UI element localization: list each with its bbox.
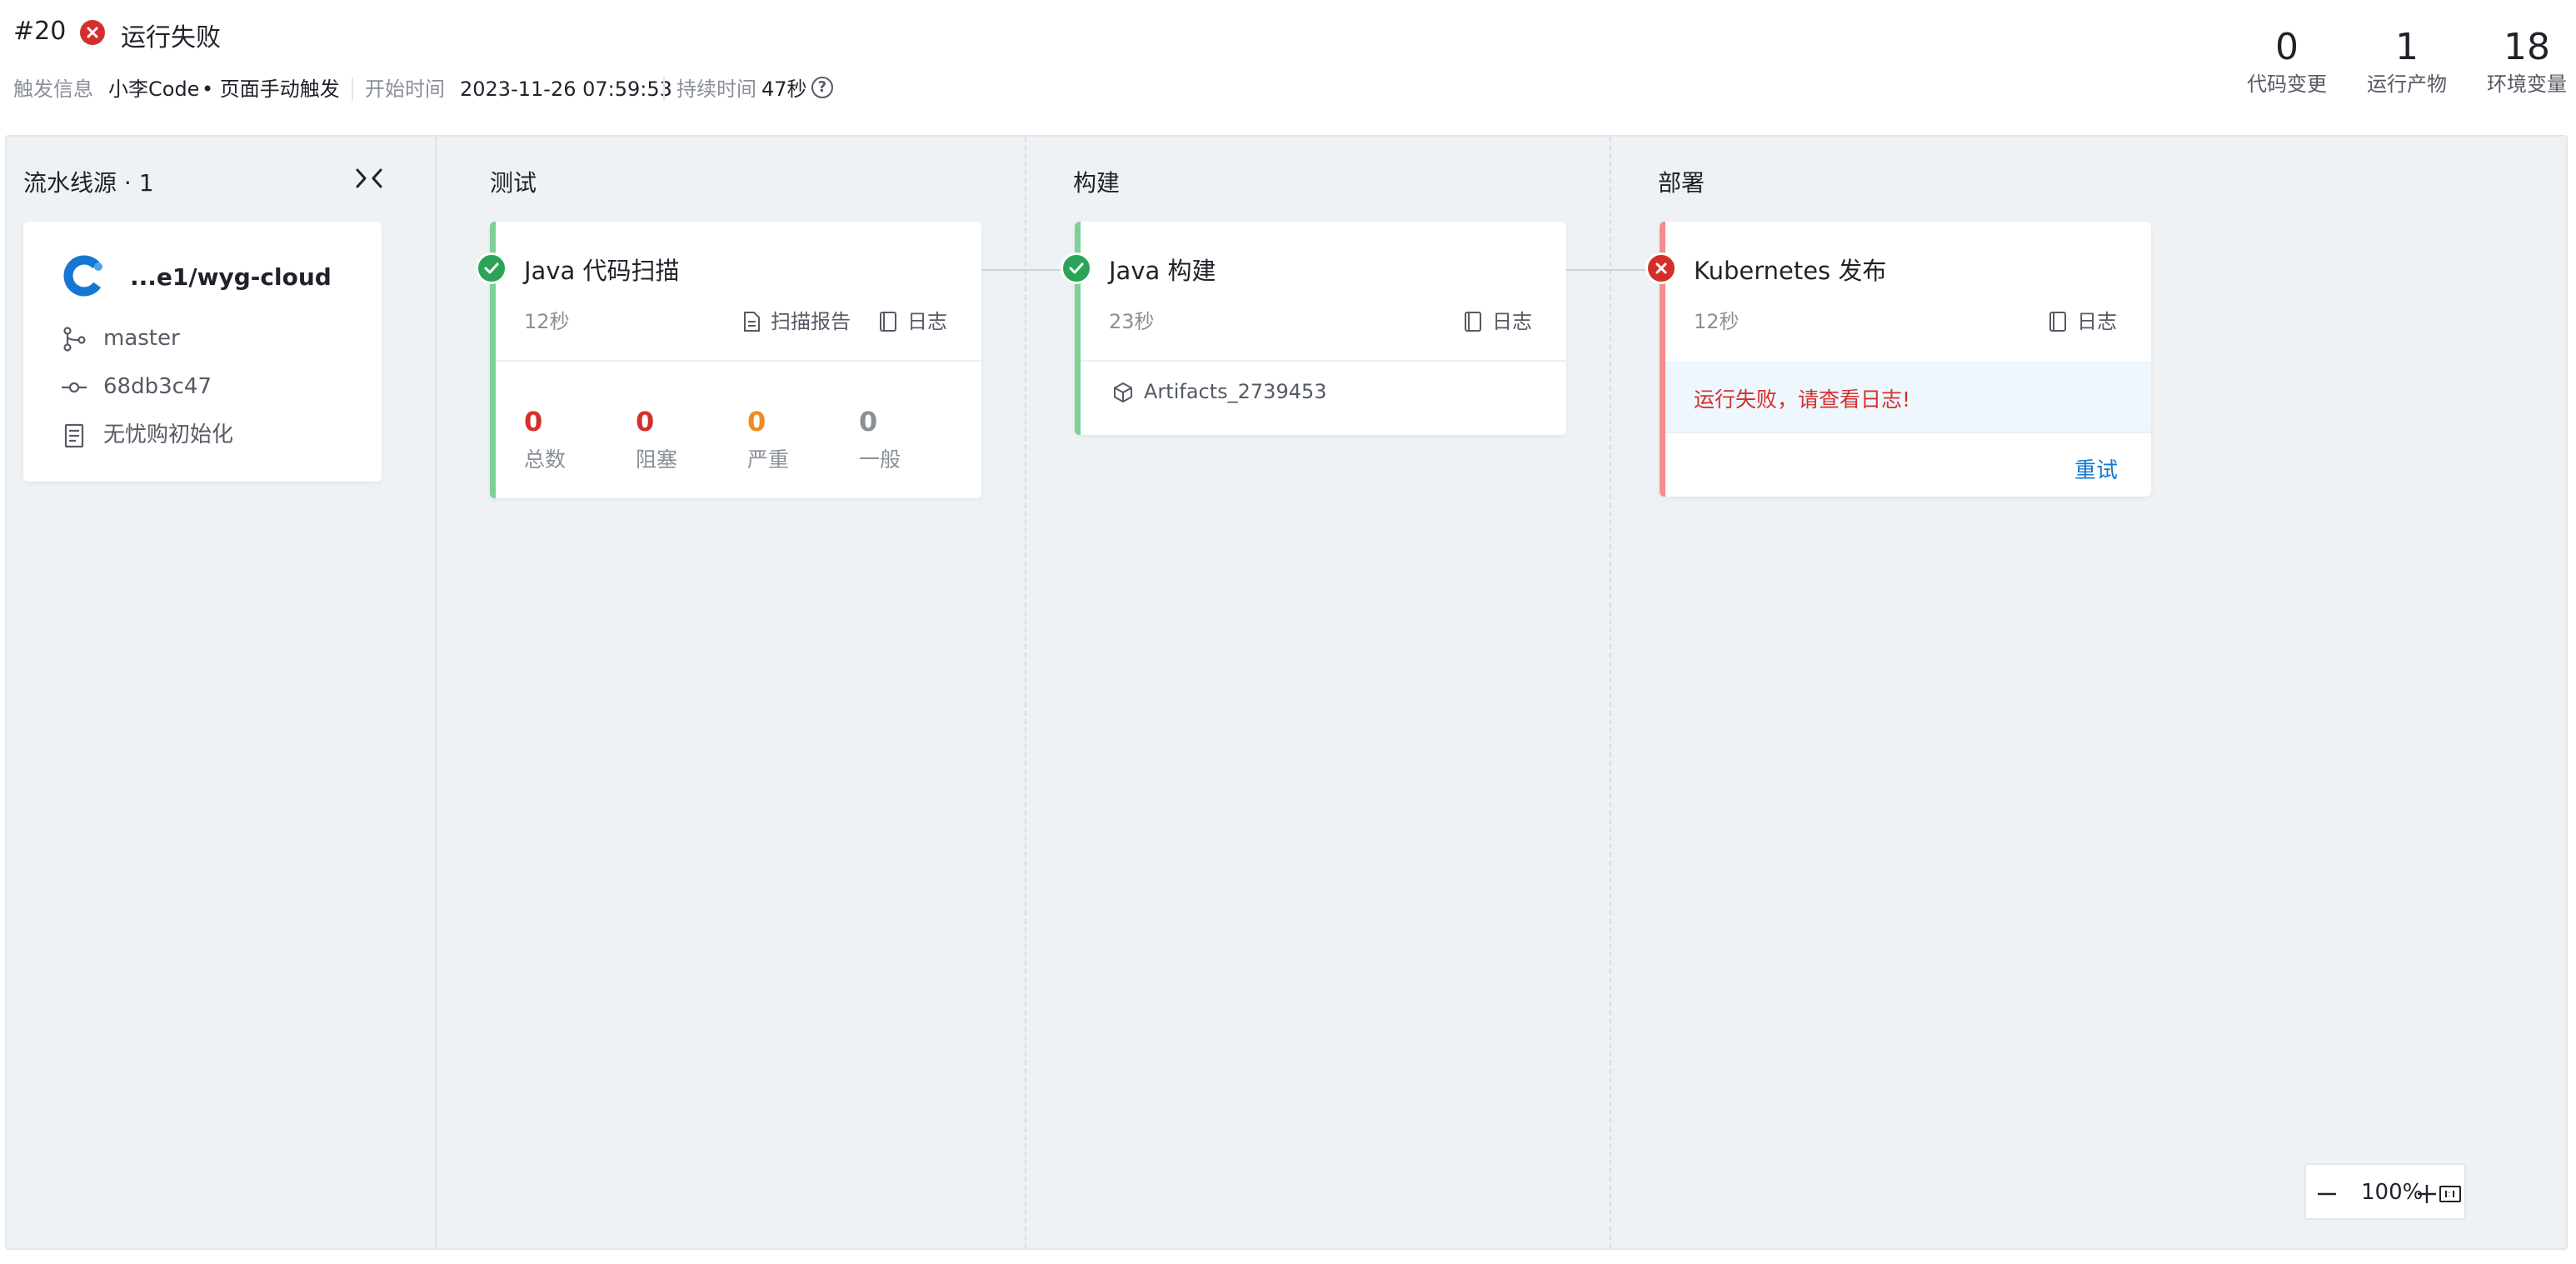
failed-x-icon (1645, 252, 1677, 284)
job-title[interactable]: Java 构建 (1109, 252, 1216, 287)
stat-value: 0 (2275, 26, 2299, 68)
run-status-text: 运行失败 (121, 23, 221, 52)
log-icon (1464, 312, 1482, 332)
metric-value: 0 (524, 406, 543, 437)
repo-name[interactable]: ...e1/wyg-cloud (130, 263, 332, 291)
stage-title-test: 测试 (490, 169, 537, 197)
stat-label: 环境变量 (2487, 72, 2567, 96)
error-message: 运行失败，请查看日志! (1694, 387, 1911, 412)
metric-blocker: 0 阻塞 (636, 405, 677, 477)
log-link[interactable]: 日志 (2049, 305, 2117, 334)
scan-report-label: 扫描报告 (771, 310, 851, 333)
status-failed-icon (80, 20, 105, 45)
stat-label: 代码变更 (2247, 72, 2327, 96)
zoom-out-button[interactable] (2314, 1182, 2339, 1207)
log-label: 日志 (2077, 310, 2117, 333)
log-label: 日志 (1492, 310, 1532, 333)
job-title[interactable]: Java 代码扫描 (524, 252, 679, 287)
success-check-icon (476, 252, 507, 284)
meta-divider (352, 77, 353, 101)
error-banner: 运行失败，请查看日志! (1665, 362, 2151, 432)
metric-label: 一般 (859, 447, 901, 472)
job-duration: 12秒 (524, 310, 570, 333)
branch-name: master (103, 326, 180, 351)
job-duration: 12秒 (1694, 310, 1740, 333)
artifact-link[interactable]: Artifacts_2739453 (1112, 380, 1327, 403)
metric-total: 0 总数 (524, 405, 566, 477)
document-icon (62, 423, 87, 448)
column-separator (435, 137, 437, 1248)
stat-artifacts[interactable]: 1 运行产物 (2361, 25, 2453, 98)
log-icon (2049, 312, 2067, 332)
duration-value: 47秒 (761, 77, 807, 101)
metric-normal: 0 一般 (859, 405, 901, 477)
job-card-k8s-deploy[interactable]: Kubernetes 发布 12秒 日志 运行失败，请查看日志! 重试 (1660, 222, 2151, 497)
trigger-way: • 页面手动触发 (202, 77, 340, 101)
stat-value: 1 (2395, 26, 2419, 68)
pipeline-canvas[interactable]: 流水线源 · 1 ...e1/wyg-cloud master 68db3c47… (5, 135, 2568, 1250)
start-time-label: 开始时间 (365, 77, 445, 101)
job-card-java-build[interactable]: Java 构建 23秒 日志 Artifacts_2739453 (1075, 222, 1566, 435)
column-separator (1025, 137, 1026, 1248)
column-separator (1610, 137, 1611, 1248)
commit-message: 无忧购初始化 (103, 422, 234, 447)
branch-icon (62, 327, 87, 352)
stat-label: 运行产物 (2367, 72, 2447, 96)
repo-logo-icon (62, 253, 107, 298)
trigger-user: 小李Code (108, 77, 200, 101)
log-label: 日志 (907, 310, 947, 333)
log-icon (879, 312, 897, 332)
stage-title-deploy: 部署 (1658, 169, 1705, 197)
report-icon (742, 312, 761, 332)
meta-divider (663, 77, 665, 101)
retry-button[interactable]: 重试 (2074, 453, 2118, 484)
job-title[interactable]: Kubernetes 发布 (1694, 252, 1886, 287)
metric-label: 严重 (747, 447, 790, 472)
run-number: #20 (13, 17, 67, 46)
metric-value: 0 (747, 406, 766, 437)
trigger-label: 触发信息 (13, 77, 93, 101)
card-divider (1665, 432, 2151, 433)
success-check-icon (1061, 252, 1092, 284)
help-icon[interactable]: ? (811, 77, 833, 98)
log-link[interactable]: 日志 (1464, 305, 1532, 334)
start-time-value: 2023-11-26 07:59:53 (460, 77, 672, 101)
duration-label: 持续时间 (676, 77, 756, 101)
card-divider (496, 360, 981, 362)
metric-value: 0 (636, 406, 655, 437)
fit-view-icon[interactable] (2438, 1182, 2463, 1207)
metric-critical: 0 严重 (747, 405, 789, 477)
job-duration: 23秒 (1109, 310, 1155, 333)
zoom-control: 100% (2304, 1163, 2466, 1220)
scan-report-link[interactable]: 扫描报告 (742, 305, 851, 334)
stat-value: 18 (2504, 26, 2550, 68)
source-card[interactable]: ...e1/wyg-cloud master 68db3c47 无忧购初始化 (23, 222, 382, 482)
commit-hash: 68db3c47 (103, 374, 212, 399)
stat-code-changes[interactable]: 0 代码变更 (2241, 25, 2333, 98)
zoom-in-button[interactable] (2414, 1182, 2439, 1207)
package-icon (1112, 382, 1134, 403)
stage-title-build: 构建 (1073, 169, 1121, 197)
commit-icon (62, 375, 87, 400)
metric-label: 阻塞 (636, 447, 678, 472)
metric-value: 0 (859, 406, 878, 437)
source-column-title: 流水线源 · 1 (23, 169, 154, 197)
stat-env-vars[interactable]: 18 环境变量 (2481, 25, 2573, 98)
log-link[interactable]: 日志 (879, 305, 947, 334)
metric-label: 总数 (524, 447, 567, 472)
card-divider (1081, 360, 1566, 362)
job-card-java-scan[interactable]: Java 代码扫描 12秒 扫描报告 日志 0 总数 0 阻塞 0 严重 0 一… (490, 222, 981, 498)
artifact-name: Artifacts_2739453 (1144, 380, 1327, 403)
collapse-icon[interactable] (355, 167, 383, 190)
